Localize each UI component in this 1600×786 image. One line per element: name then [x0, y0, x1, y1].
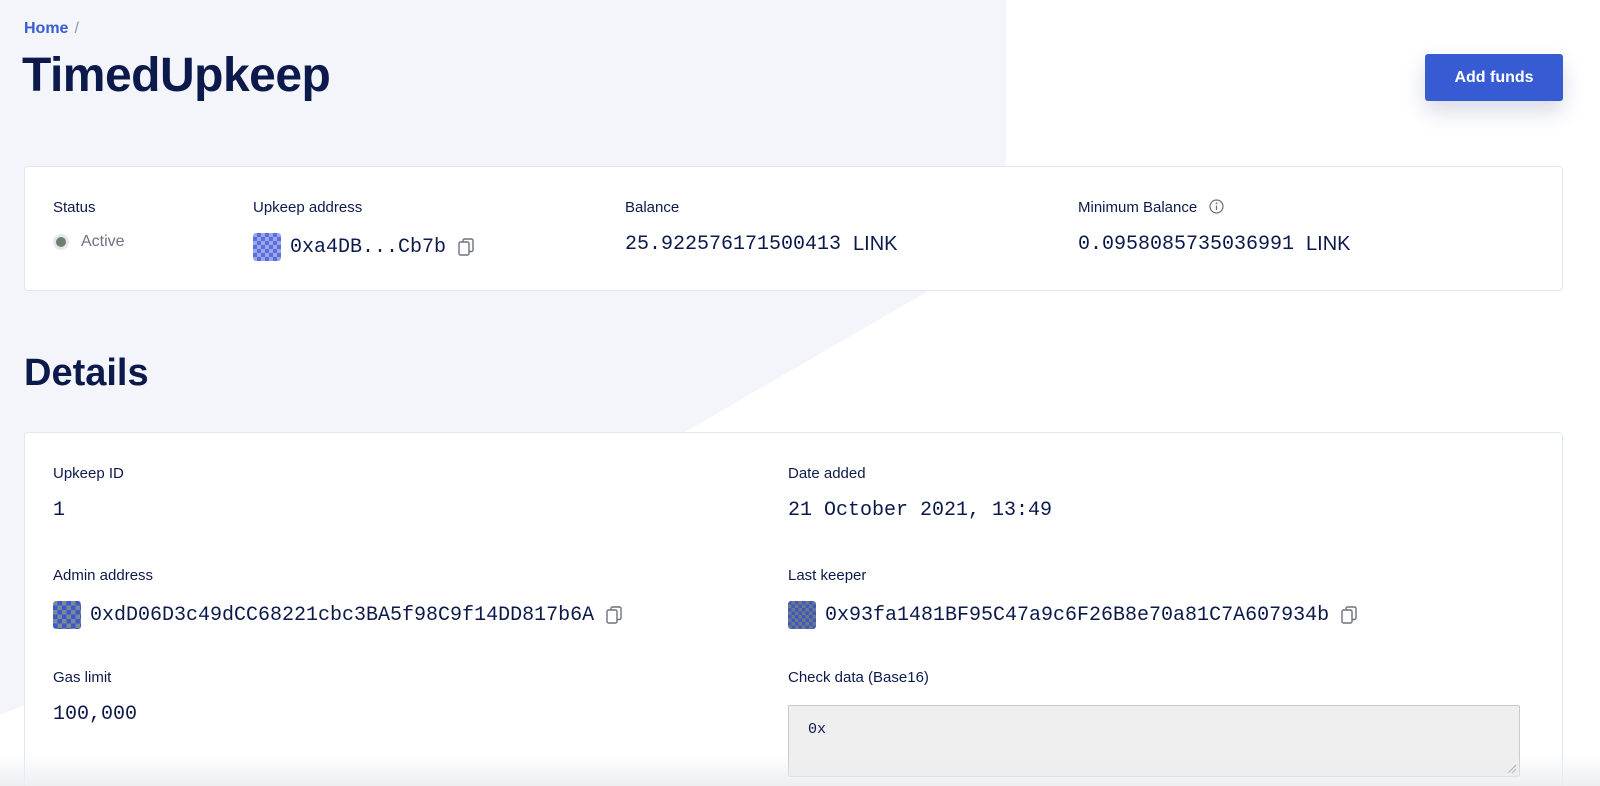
copy-icon[interactable] [458, 238, 474, 256]
minimum-balance-label: Minimum Balance [1078, 199, 1198, 216]
check-data-label: Check data (Base16) [788, 669, 929, 686]
upkeep-address-field: Upkeep address 0xa4DB...Cb7b [253, 199, 474, 261]
upkeep-id-field: Upkeep ID 1 [53, 465, 124, 522]
check-data-textarea[interactable]: 0x [788, 705, 1520, 777]
page-title: TimedUpkeep [22, 49, 331, 102]
upkeep-id-value: 1 [53, 499, 66, 522]
last-keeper-field: Last keeper 0x93fa1481BF95C47a9c6F26B8e7… [788, 567, 1357, 629]
upkeep-address-label: Upkeep address [253, 199, 363, 216]
add-funds-button[interactable]: Add funds [1425, 54, 1563, 101]
details-card: Upkeep ID 1 Date added 21 October 2021, … [24, 432, 1563, 786]
status-label: Status [53, 199, 96, 216]
check-data-value: 0x [808, 721, 827, 738]
resize-grip-icon[interactable] [1507, 764, 1517, 774]
status-dot-icon [53, 234, 69, 250]
copy-icon[interactable] [1341, 606, 1357, 624]
gas-limit-label: Gas limit [53, 669, 112, 686]
balance-label: Balance [625, 199, 680, 216]
breadcrumb: Home / [24, 20, 79, 38]
balance-field: Balance 25.922576171500413 LINK [625, 199, 898, 256]
admin-address-label: Admin address [53, 567, 154, 584]
admin-address-value: 0xdD06D3c49dCC68221cbc3BA5f98C9f14DD817b… [90, 603, 595, 627]
balance-value: 25.922576171500413 [625, 233, 842, 256]
last-keeper-label: Last keeper [788, 567, 867, 584]
date-added-field: Date added 21 October 2021, 13:49 [788, 465, 1052, 522]
info-icon[interactable] [1209, 199, 1224, 214]
date-added-value: 21 October 2021, 13:49 [788, 499, 1053, 522]
copy-icon[interactable] [606, 606, 622, 624]
breadcrumb-home-link[interactable]: Home [24, 20, 68, 37]
details-title: Details [24, 352, 149, 394]
last-keeper-value: 0x93fa1481BF95C47a9c6F26B8e70a81C7A60793… [825, 603, 1330, 627]
date-added-label: Date added [788, 465, 866, 482]
gas-limit-value: 100,000 [53, 703, 138, 726]
admin-address-avatar [53, 601, 81, 629]
upkeep-address-value: 0xa4DB...Cb7b [290, 235, 447, 259]
status-field: Status Active [53, 199, 125, 251]
balance-unit: LINK [853, 233, 898, 255]
upkeep-address-avatar [253, 233, 281, 261]
check-data-field: Check data (Base16) [788, 669, 929, 686]
upkeep-id-label: Upkeep ID [53, 465, 124, 482]
minimum-balance-field: Minimum Balance 0.0958085735036991 LINK [1078, 199, 1351, 256]
breadcrumb-separator: / [74, 20, 79, 37]
admin-address-field: Admin address 0xdD06D3c49dCC68221cbc3BA5… [53, 567, 622, 629]
status-value: Active [81, 233, 125, 250]
gas-limit-field: Gas limit 100,000 [53, 669, 137, 726]
last-keeper-avatar [788, 601, 816, 629]
summary-card: Status Active Upkeep address 0xa4DB...Cb… [24, 166, 1563, 291]
minimum-balance-unit: LINK [1306, 233, 1351, 255]
minimum-balance-value: 0.0958085735036991 [1078, 233, 1295, 256]
